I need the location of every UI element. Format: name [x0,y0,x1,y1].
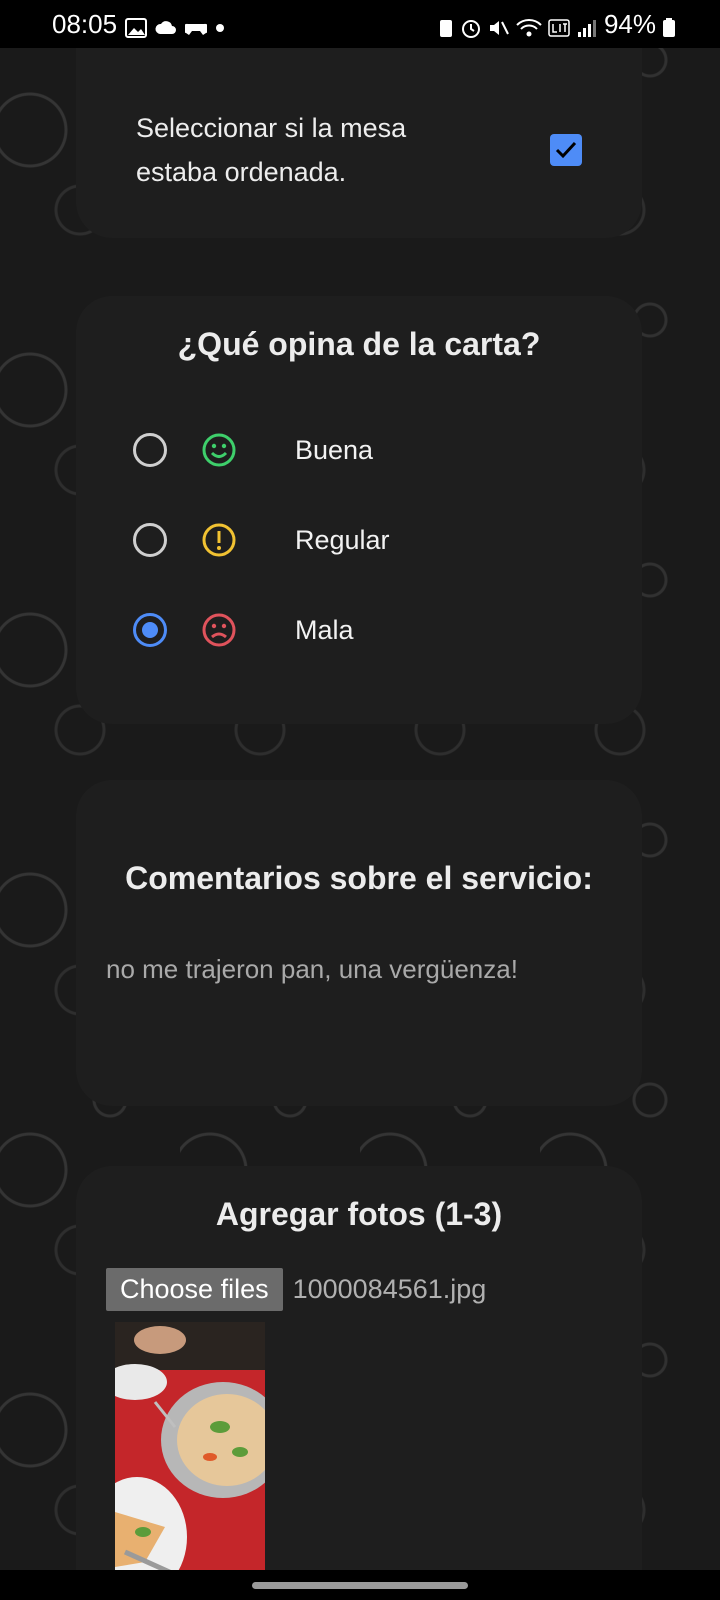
comentarios-title: Comentarios sobre el servicio: [125,860,593,896]
wifi-icon [516,14,542,37]
photo-thumbnail[interactable] [115,1322,265,1600]
option-label: Buena [295,434,374,465]
option-regular[interactable]: Regular [133,520,390,560]
battery-saver-icon [438,14,454,37]
option-label: Regular [295,524,390,555]
carta-title: ¿Qué opina de la carta? [177,326,541,362]
file-input: Choose files 1000084561.jpg [106,1268,486,1311]
comentarios-input[interactable]: no me trajeron pan, una vergüenza! [106,954,518,985]
dot-icon [215,14,225,34]
lte-icon [548,14,570,37]
frown-icon [201,612,237,648]
selected-file-name: 1000084561.jpg [292,1274,487,1304]
signal-icon [576,14,598,37]
mesa-card: Seleccionar si la mesa estaba ordenada. [76,48,642,238]
mute-icon [488,14,510,35]
radio-buena[interactable] [133,433,167,467]
smile-icon [201,432,237,468]
mesa-question: Seleccionar si la mesa estaba ordenada. [136,113,407,187]
status-left: 08:05 [52,9,225,40]
battery-icon [662,14,676,37]
navigation-bar [0,1570,720,1600]
fotos-title: Agregar fotos (1-3) [215,1196,503,1232]
mesa-checkbox[interactable] [550,134,582,166]
status-right: 94% [438,9,676,40]
alarm-icon [460,14,482,38]
option-buena[interactable]: Buena [133,430,373,470]
radio-regular[interactable] [133,523,167,557]
option-label: Mala [295,614,354,645]
game-icon [182,14,210,35]
option-mala[interactable]: Mala [133,610,354,650]
status-bar: 08:05 94% [0,0,720,48]
fotos-card: Agregar fotos (1-3) Choose files 1000084… [76,1166,642,1600]
check-icon [555,141,577,159]
gallery-icon [125,14,148,38]
warning-icon [201,522,237,558]
home-gesture-handle[interactable] [252,1582,468,1589]
battery-percent: 94% [603,8,656,39]
comentarios-card: Comentarios sobre el servicio: no me tra… [76,780,642,1106]
cloud-icon [155,14,177,34]
choose-files-button[interactable]: Choose files [106,1268,283,1311]
radio-mala[interactable] [133,613,167,647]
status-time: 08:05 [52,8,118,39]
carta-card: ¿Qué opina de la carta? Buena Regular Ma… [76,296,642,724]
